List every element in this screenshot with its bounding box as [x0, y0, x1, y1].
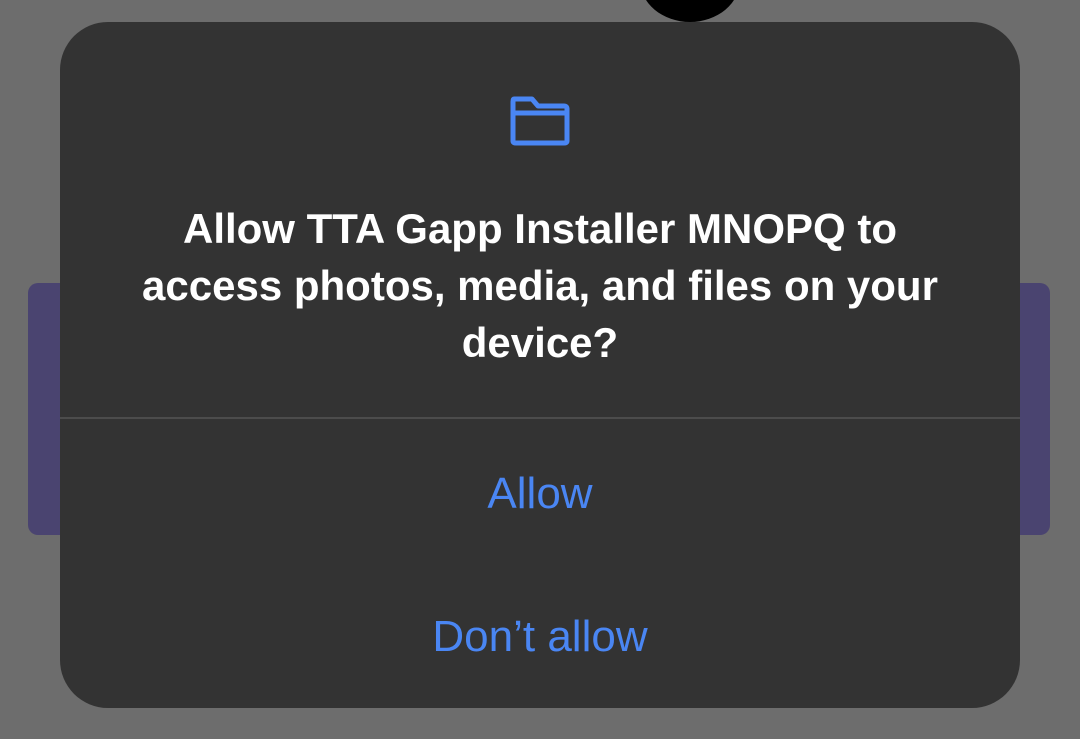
permission-dialog: Allow TTA Gapp Installer MNOPQ to access…	[60, 22, 1020, 708]
allow-button[interactable]: Allow	[60, 434, 1020, 554]
dialog-title: Allow TTA Gapp Installer MNOPQ to access…	[142, 205, 938, 366]
divider	[60, 417, 1020, 419]
folder-icon	[510, 96, 570, 146]
dont-allow-button[interactable]: Don’t allow	[60, 577, 1020, 697]
background-shape	[640, 0, 740, 22]
